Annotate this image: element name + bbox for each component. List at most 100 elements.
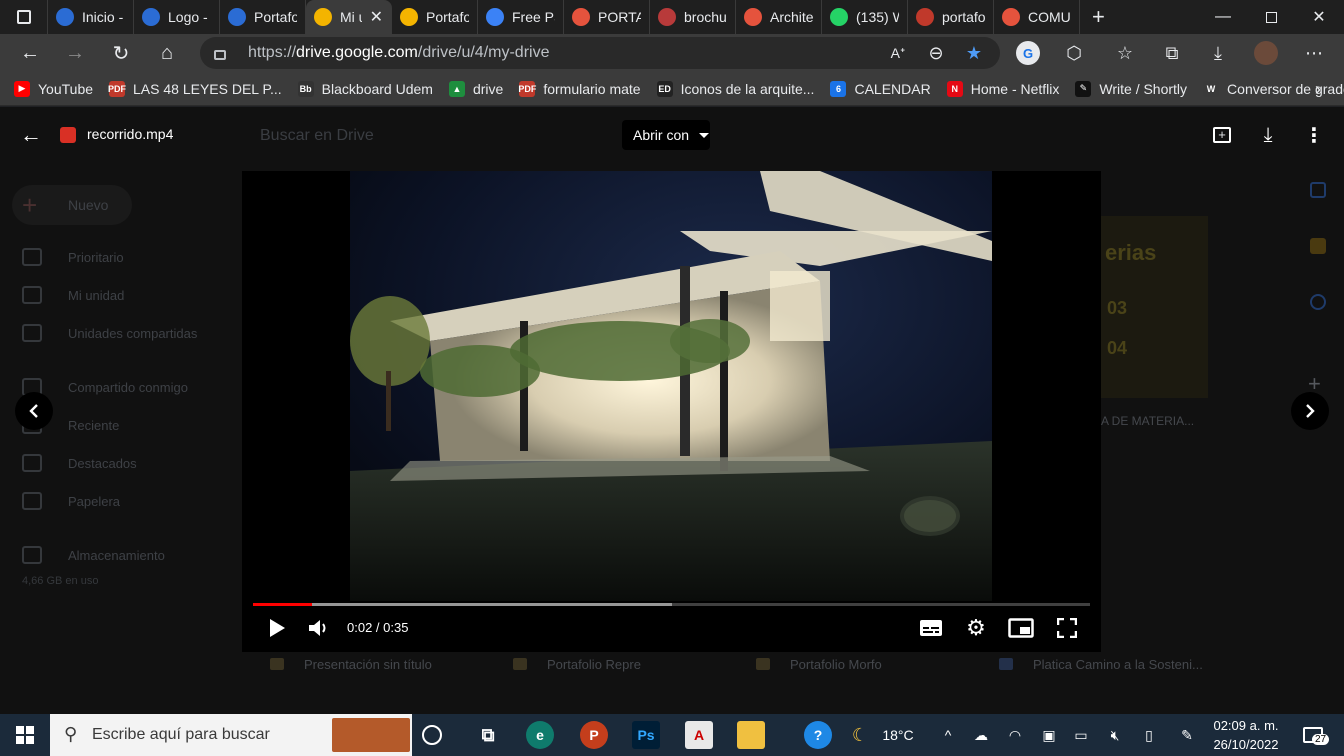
show-hidden-icons-chevron-icon[interactable]: ^ <box>938 714 958 756</box>
onedrive-icon[interactable]: ☁ <box>970 714 992 756</box>
collections-icon[interactable]: ⧉ <box>1154 34 1190 72</box>
bookmark-item[interactable]: Bb Blackboard Udem <box>297 80 433 97</box>
gear-icon: ⚙ <box>966 615 986 640</box>
play-button[interactable] <box>262 613 292 643</box>
edge-icon[interactable]: e <box>526 721 554 749</box>
autocad-icon[interactable]: A <box>685 721 713 749</box>
downloads-icon[interactable]: ⤓ <box>1200 34 1236 72</box>
browser-tab[interactable]: Architect <box>736 0 822 34</box>
bookmark-item[interactable]: 6 CALENDAR <box>830 80 931 97</box>
help-icon[interactable]: ? <box>804 721 832 749</box>
system-clock[interactable]: 02:09 a. m. 26/10/2022 <box>1206 716 1286 754</box>
file-thumbnail: erias 03 04 <box>1101 216 1208 398</box>
display-icon[interactable]: ▭ <box>1070 714 1092 756</box>
photoshop-icon[interactable]: Ps <box>632 721 660 749</box>
thumbnail-caption: A DE MATERIA... <box>1101 414 1195 428</box>
new-tab-button[interactable]: + <box>1080 0 1117 34</box>
search-highlight-image <box>332 718 410 752</box>
settings-button[interactable]: ⚙ <box>961 613 991 643</box>
browser-tab[interactable]: Free PSD <box>478 0 564 34</box>
browser-tab[interactable]: PORTAFO <box>564 0 650 34</box>
captions-button[interactable] <box>916 613 946 643</box>
add-comment-button[interactable]: + <box>1208 121 1236 149</box>
taskbar-search[interactable]: ⚲ Escribe aquí para buscar <box>50 714 412 756</box>
browser-tab[interactable]: COMUNI <box>994 0 1080 34</box>
previous-file-button[interactable] <box>15 392 53 430</box>
more-bookmarks-chevron-icon[interactable]: › <box>1306 72 1330 106</box>
fullscreen-button[interactable] <box>1052 613 1082 643</box>
download-button[interactable]: ⤓ <box>1254 121 1282 149</box>
browser-tab[interactable]: Logo - Lo <box>134 0 220 34</box>
bookmark-item[interactable]: ▲ drive <box>448 80 503 97</box>
zoom-icon[interactable]: ⊖ <box>918 34 954 72</box>
blackboard-icon: Bb <box>297 80 314 97</box>
tab-actions-button[interactable] <box>0 0 48 34</box>
temperature[interactable]: 18°C <box>878 714 918 756</box>
bookmark-item[interactable]: ▶ YouTube <box>14 80 94 97</box>
notifications-button[interactable]: 27 <box>1296 714 1330 756</box>
task-view-icon[interactable]: ⧉ <box>474 721 502 749</box>
weather-moon-icon[interactable]: ☾ <box>846 714 874 756</box>
bookmark-item[interactable]: PDF formulario mate <box>518 80 641 97</box>
bookmark-label: CALENDAR <box>854 80 931 97</box>
bookmark-label: YouTube <box>38 80 94 97</box>
video-player[interactable]: 0:02 / 0:35 ⚙ <box>242 171 1101 652</box>
volume-muted-icon[interactable]: 🔇︎ <box>1104 714 1126 756</box>
bookmark-item[interactable]: ED Iconos de la arquite... <box>656 80 814 97</box>
battery-icon[interactable]: ▯ <box>1138 714 1160 756</box>
file-explorer-icon[interactable] <box>737 721 765 749</box>
video-frame[interactable] <box>350 171 992 601</box>
read-aloud-icon[interactable]: Aᐩ <box>880 34 916 72</box>
reload-button[interactable]: ↻ <box>103 34 139 72</box>
extensions-icon[interactable]: ⬡ <box>1056 34 1092 72</box>
minimize-button[interactable]: — <box>1200 0 1246 34</box>
volume-button[interactable] <box>304 613 334 643</box>
browser-tab[interactable]: (135) Wh <box>822 0 908 34</box>
favorite-star-icon[interactable]: ★ <box>956 34 992 72</box>
powerpoint-icon[interactable]: P <box>580 721 608 749</box>
pen-icon[interactable]: ✎ <box>1176 714 1198 756</box>
back-button[interactable]: ← <box>12 34 48 72</box>
browser-tab[interactable]: Portafolio <box>220 0 306 34</box>
forward-button[interactable]: → <box>57 34 93 72</box>
play-icon <box>270 619 285 637</box>
browser-tab[interactable]: Mi u ✕ <box>306 0 392 34</box>
bookmark-item[interactable]: N Home - Netflix <box>946 80 1059 97</box>
browser-tab[interactable]: brochure <box>650 0 736 34</box>
close-viewer-back-button[interactable]: ← <box>18 121 44 149</box>
browser-tab[interactable]: Portafoli <box>392 0 478 34</box>
thumbnail-title: erias <box>1105 240 1157 265</box>
open-with-button[interactable]: Abrir con <box>622 120 710 150</box>
issuu-icon <box>744 8 762 26</box>
miniplayer-button[interactable] <box>1006 613 1036 643</box>
more-menu-icon[interactable]: ⋯ <box>1296 34 1332 72</box>
plus-icon: + <box>22 190 38 220</box>
favorites-icon[interactable]: ☆ <box>1107 34 1143 72</box>
pdf-icon <box>916 8 934 26</box>
bookmark-item[interactable]: PDF LAS 48 LEYES DEL P... <box>108 80 282 97</box>
cortana-icon[interactable] <box>422 725 442 745</box>
browser-tab[interactable]: portafoli <box>908 0 994 34</box>
meet-now-icon[interactable]: ▣ <box>1038 714 1060 756</box>
time-total: 0:35 <box>383 620 409 635</box>
progress-bar[interactable] <box>253 603 1090 606</box>
home-button[interactable]: ⌂ <box>149 34 185 72</box>
start-button[interactable] <box>0 714 50 756</box>
url-host: drive.google.com <box>296 44 418 61</box>
maximize-button[interactable] <box>1248 0 1294 34</box>
drive-icon <box>314 8 332 26</box>
browser-tab[interactable]: Inicio - C <box>48 0 134 34</box>
wifi-icon[interactable]: ◠ <box>1004 714 1026 756</box>
next-file-button[interactable] <box>1291 392 1329 430</box>
bookmark-item[interactable]: ✎ Write / Shortly <box>1075 80 1187 97</box>
viewer-more-actions-button[interactable]: ⋮ <box>1300 121 1328 149</box>
tab-label: Mi u <box>340 9 362 25</box>
close-window-button[interactable]: ✕ <box>1296 0 1342 34</box>
issuu-icon <box>572 8 590 26</box>
close-tab-icon[interactable]: ✕ <box>370 7 383 27</box>
sidebar-item: Destacados <box>22 449 137 477</box>
profile-avatar[interactable] <box>1248 34 1284 72</box>
google-translate-icon[interactable]: G <box>1010 34 1046 72</box>
lock-icon <box>214 50 226 60</box>
sidebar-item: Almacenamiento <box>22 541 165 569</box>
